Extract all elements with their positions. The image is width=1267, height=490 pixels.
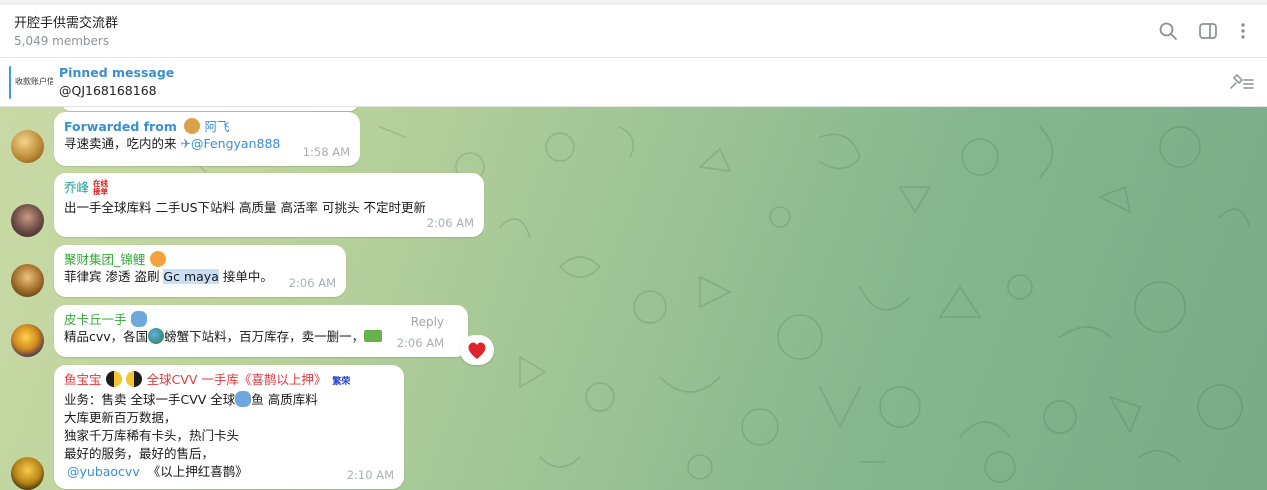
message-line: 最好的服务，最好的售后， bbox=[64, 446, 215, 461]
avatar[interactable] bbox=[11, 204, 44, 237]
message-time: 1:58 AM bbox=[302, 145, 350, 159]
previous-message-bubble[interactable] bbox=[62, 107, 358, 111]
message-bubble[interactable]: 聚财集团_锦鲤 菲律宾 渗透 盗刷 Gc maya 接单中。 2:06 AM bbox=[54, 245, 346, 297]
cat-emoji-icon bbox=[149, 251, 166, 267]
message-bubble[interactable]: Forwarded from 阿飞 寻速卖通，吃内的来 ✈@Fengyan888… bbox=[54, 112, 360, 166]
reaction-badge[interactable] bbox=[460, 335, 494, 365]
fish-emoji-icon bbox=[235, 391, 252, 407]
message-line: 大库更新百万数据， bbox=[64, 410, 177, 425]
pinned-message-bar[interactable]: 收款账户信 Pinned message @QJ168168168 bbox=[0, 58, 1267, 107]
online-order-badge: 在线 接单 bbox=[93, 179, 109, 196]
pinned-list-icon[interactable] bbox=[1227, 72, 1255, 92]
globe-emoji-icon bbox=[148, 328, 165, 344]
sender-row: 聚财集团_锦鲤 bbox=[64, 251, 336, 268]
sender-title: 全球CVV 一手库《喜鹊以上押》 bbox=[146, 372, 327, 387]
mention-link[interactable]: @Fengyan888 bbox=[191, 136, 280, 151]
airplane-emoji-icon: ✈ bbox=[180, 136, 191, 151]
message-text: 业务：售卖 全球一手CVV 全球鱼 高质库料 bbox=[64, 391, 394, 409]
prosperity-badge: 繁荣 bbox=[332, 377, 351, 387]
moon-emoji-icon bbox=[105, 371, 122, 387]
money-emoji-icon bbox=[364, 330, 383, 342]
forwarded-label: Forwarded from bbox=[64, 119, 177, 134]
message-text-body: 寻速卖通，吃内的来 bbox=[64, 136, 177, 151]
message-text-part: 业务：售卖 全球一手CVV 全球 bbox=[64, 392, 236, 407]
selected-text: Gc maya bbox=[163, 269, 219, 284]
member-count: 5,049 members bbox=[14, 34, 110, 48]
forwarded-header: Forwarded from 阿飞 bbox=[64, 118, 350, 135]
message-time: 2:06 AM bbox=[426, 216, 474, 230]
message-time: 2:10 AM bbox=[346, 468, 394, 482]
message-bubble[interactable]: 乔峰 在线 接单 出一手全球库料 二手US下站料 高质量 高活率 可挑头 不定时更新… bbox=[54, 173, 484, 237]
sender-row: 乔峰 在线 接单 bbox=[64, 179, 474, 196]
search-icon[interactable] bbox=[1158, 21, 1178, 41]
avatar[interactable] bbox=[11, 130, 44, 163]
message-text-part: 精品cvv，各国 bbox=[64, 329, 149, 344]
pinned-title: Pinned message bbox=[59, 65, 175, 80]
sender-name[interactable]: 乔峰 bbox=[64, 180, 89, 195]
message-text-part: 接单中。 bbox=[218, 269, 273, 284]
message-line: 独家千万库稀有卡头，热门卡头 bbox=[64, 428, 240, 443]
message-text: 出一手全球库料 二手US下站料 高质量 高活率 可挑头 不定时更新 bbox=[64, 200, 426, 215]
chat-title[interactable]: 开腔手供需交流群 bbox=[14, 12, 118, 31]
pinned-indicator bbox=[9, 66, 11, 99]
message-text-part: 《以上押红喜鹊》 bbox=[147, 464, 248, 479]
sender-name[interactable]: 皮卡丘一手 bbox=[64, 312, 127, 327]
message-time: 2:06 AM bbox=[288, 276, 336, 290]
avatar[interactable] bbox=[11, 264, 44, 297]
pinned-text: @QJ168168168 bbox=[59, 83, 157, 98]
lion-emoji-icon bbox=[184, 118, 201, 134]
moon-emoji-icon bbox=[126, 371, 143, 387]
avatar[interactable] bbox=[11, 457, 44, 490]
sender-row: 鱼宝宝 全球CVV 一手库《喜鹊以上押》 繁荣 bbox=[64, 371, 394, 391]
sender-row: 皮卡丘一手 bbox=[64, 311, 458, 328]
sender-name[interactable]: 鱼宝宝 bbox=[64, 372, 102, 387]
fish-emoji-icon bbox=[130, 311, 147, 327]
sidebar-toggle-icon[interactable] bbox=[1198, 21, 1218, 41]
pinned-thumbnail: 收款账户信 bbox=[15, 77, 53, 86]
message-text-part: 鱼 高质库料 bbox=[251, 392, 318, 407]
heart-icon bbox=[468, 342, 486, 359]
message-bubble[interactable]: 皮卡丘一手 Reply 精品cvv，各国 螃蟹下站料，百万库存，卖一删一， 2:0… bbox=[54, 305, 468, 357]
reply-button[interactable]: Reply bbox=[411, 313, 444, 331]
message-bubble[interactable]: 鱼宝宝 全球CVV 一手库《喜鹊以上押》 繁荣 业务：售卖 全球一手CVV 全球鱼… bbox=[54, 365, 404, 489]
chat-area: Forwarded from 阿飞 寻速卖通，吃内的来 ✈@Fengyan888… bbox=[0, 107, 1267, 490]
message-line: @yubaocvv 《以上押红喜鹊》 bbox=[64, 463, 394, 481]
avatar[interactable] bbox=[11, 324, 44, 357]
forwarded-name[interactable]: 阿飞 bbox=[205, 119, 230, 134]
chat-header: 开腔手供需交流群 5,049 members bbox=[0, 5, 1267, 58]
message-text-part: 菲律宾 渗透 盗刷 bbox=[64, 269, 164, 284]
message-time: 2:06 AM bbox=[396, 336, 444, 350]
mention-link[interactable]: @yubaocvv bbox=[67, 464, 140, 479]
message-text-part: 螃蟹下站料，百万库存，卖一删一， bbox=[164, 329, 365, 344]
more-vertical-icon[interactable] bbox=[1233, 21, 1253, 41]
sender-name[interactable]: 聚财集团_锦鲤 bbox=[64, 252, 145, 267]
